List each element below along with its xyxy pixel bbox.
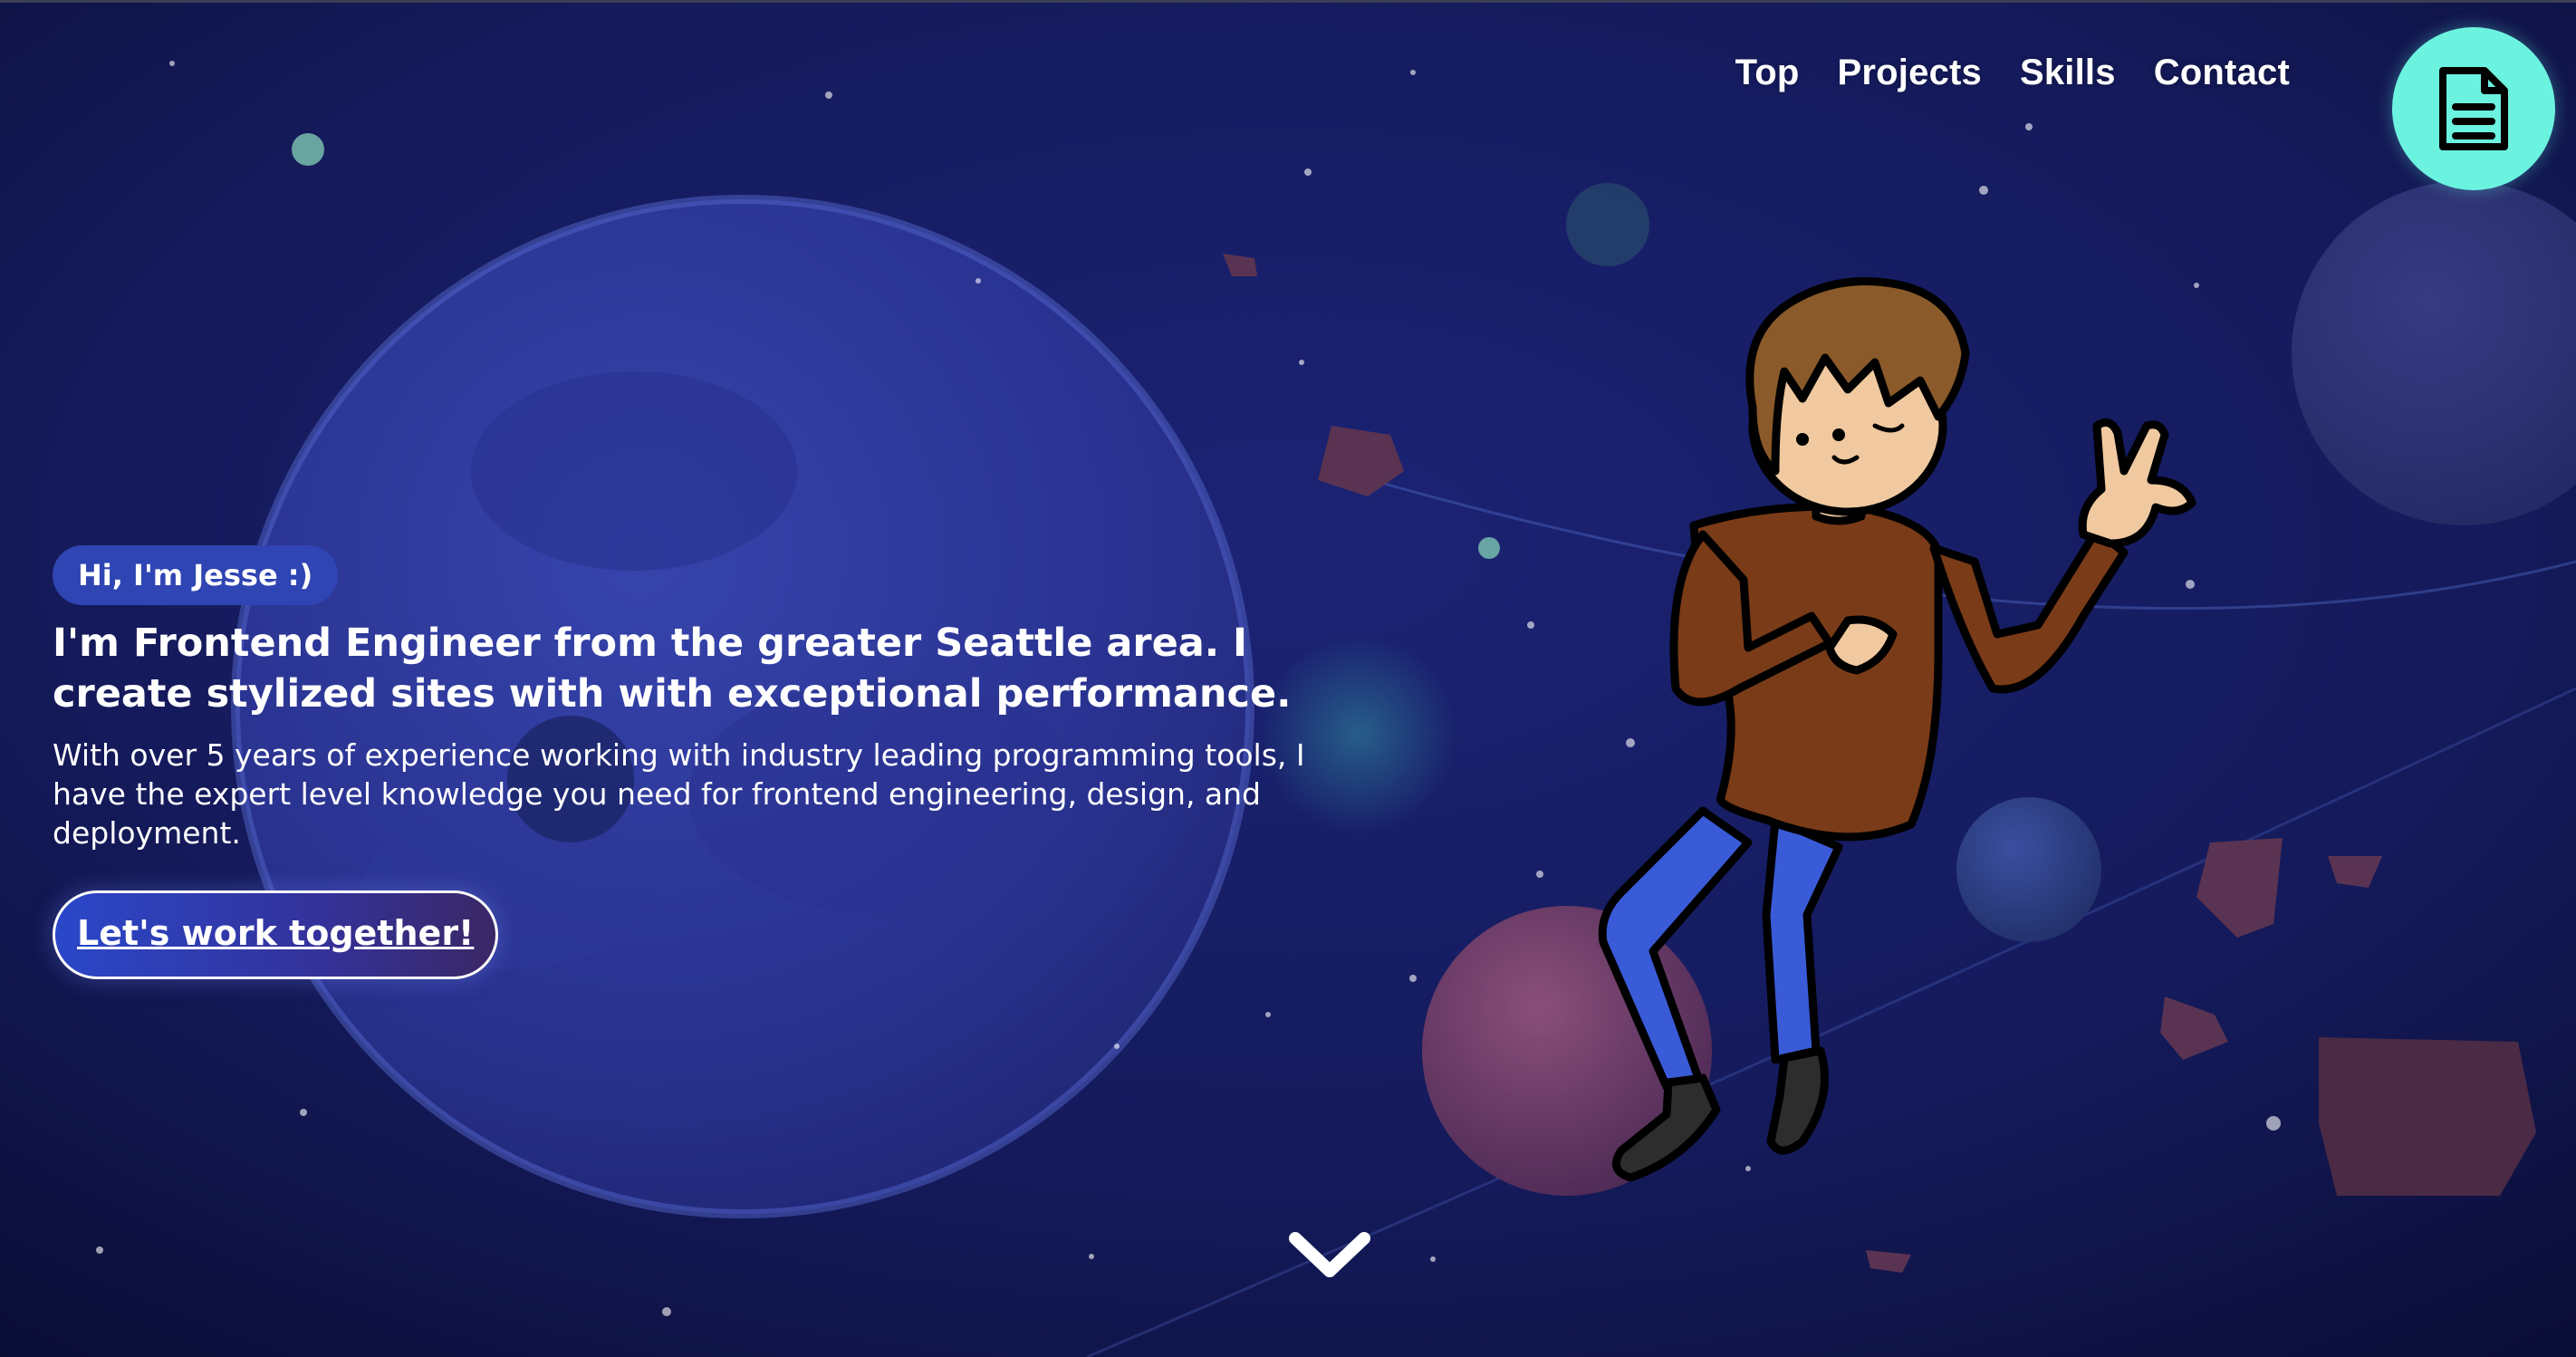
hero-subtext: With over 5 years of experience working …	[53, 737, 1305, 851]
document-icon	[2439, 67, 2508, 150]
chevron-down-icon[interactable]	[1286, 1227, 1373, 1284]
nav-link-contact[interactable]: Contact	[2154, 53, 2290, 93]
nav-link-top[interactable]: Top	[1735, 53, 1800, 93]
resume-button[interactable]	[2392, 27, 2555, 190]
greeting-badge: Hi, I'm Jesse :)	[53, 545, 339, 605]
main-nav: Top Projects Skills Contact	[1735, 53, 2290, 93]
work-together-button[interactable]: Let's work together!	[53, 890, 499, 979]
hero-headline: I'm Frontend Engineer from the greater S…	[53, 621, 1292, 717]
top-border	[0, 0, 2576, 3]
hero-section: Hi, I'm Jesse :) I'm Frontend Engineer f…	[53, 545, 1375, 979]
nav-link-projects[interactable]: Projects	[1838, 53, 1982, 93]
nav-link-skills[interactable]: Skills	[2020, 53, 2116, 93]
